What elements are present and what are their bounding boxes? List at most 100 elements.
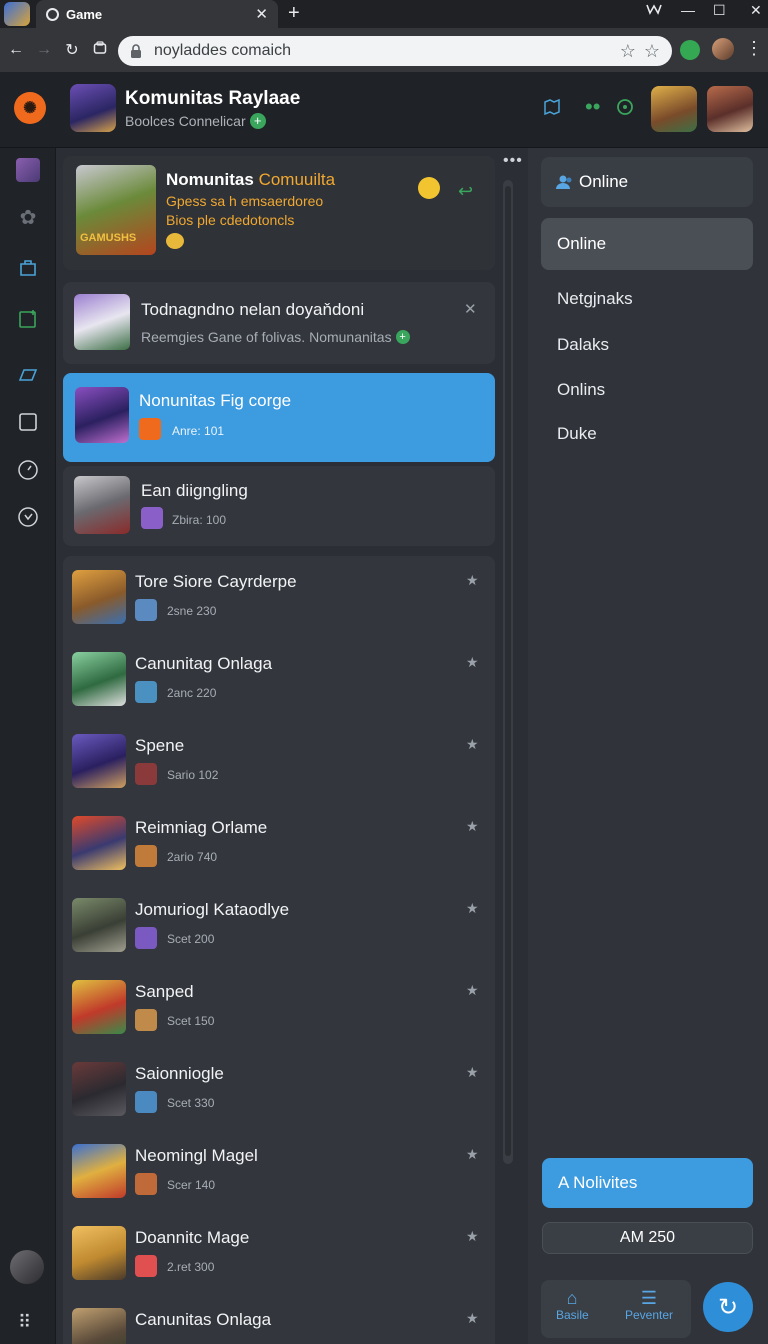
clock-icon[interactable]: [16, 459, 40, 483]
ticket-icon[interactable]: [16, 364, 40, 388]
right-item[interactable]: Dalaks: [557, 335, 609, 355]
list-item-sub: 2ario 740: [167, 850, 218, 864]
new-tab-button[interactable]: +: [288, 2, 300, 25]
notice-close-icon[interactable]: ✕: [464, 300, 477, 318]
close-window-button[interactable]: ✕: [750, 2, 762, 19]
selected-thumbnail: [75, 387, 129, 443]
emoji-icon: [166, 233, 184, 249]
favorite-star-icon[interactable]: ★: [466, 1228, 479, 1245]
list-item-sub: 2anc 220: [167, 686, 217, 700]
list-item-title: Saionniogle: [135, 1064, 224, 1083]
featured-desc-2: Bios ple cdedotoncls: [166, 212, 295, 228]
item-thumbnail: [74, 476, 130, 534]
list-item-sub: Scer 140: [167, 1178, 216, 1192]
item-thumbnail: [72, 570, 126, 624]
bookmark-star-icon[interactable]: ☆: [620, 41, 636, 62]
favorite-star-icon[interactable]: ★: [466, 572, 479, 589]
nav-home[interactable]: ⌂ Basile: [556, 1288, 589, 1322]
right-item[interactable]: Duke: [557, 424, 597, 444]
user-profile-avatar[interactable]: [712, 38, 734, 60]
add-icon[interactable]: +: [395, 330, 410, 344]
back-icon[interactable]: ←: [2, 41, 30, 59]
item-thumbnail: [72, 652, 126, 706]
square-icon[interactable]: [16, 412, 40, 436]
featured-title-white: Nomunitas: [166, 170, 254, 189]
server-avatar[interactable]: [70, 84, 116, 132]
map-icon[interactable]: [543, 98, 561, 121]
online-header-label: Online: [579, 172, 629, 191]
rail-game-thumbnail[interactable]: [16, 158, 40, 182]
favorite-star-icon[interactable]: ★: [466, 982, 479, 999]
settings-gear-icon[interactable]: ✿: [16, 206, 40, 230]
favorite-star-icon[interactable]: ★: [466, 1310, 479, 1327]
game-badge-icon: [135, 763, 157, 785]
smile-icon[interactable]: [418, 177, 440, 199]
right-item[interactable]: Netgjnaks: [557, 289, 633, 309]
server-title: Komunitas Raylaae: [125, 88, 301, 109]
online-status-icon: ••: [585, 94, 601, 119]
featured-desc-1: Gpess sa h emsaerdoreo: [166, 193, 324, 209]
selected-title: Nonunitas Fig corge: [139, 391, 292, 410]
favorite-star-icon[interactable]: ★: [466, 736, 479, 753]
apps-grid-icon[interactable]: ⠿: [18, 1312, 31, 1333]
item-thumbnail: [72, 1226, 126, 1280]
bag-icon[interactable]: [16, 256, 40, 280]
scrollbar-thumb[interactable]: [505, 186, 511, 1156]
app-logo-icon[interactable]: ✺: [14, 92, 46, 124]
list-item-title: Jomuriogl Kataodlye: [135, 900, 290, 919]
tab-close-icon[interactable]: ✕: [255, 5, 268, 23]
forward-icon[interactable]: →: [30, 41, 58, 59]
orange-badge-icon: [139, 418, 161, 440]
browser-profile-icon[interactable]: [4, 2, 30, 26]
reload-icon[interactable]: ↻: [58, 40, 86, 60]
list-item-title: Tore Siore Cayrderpe: [135, 572, 297, 591]
browser-tab[interactable]: Game ✕: [36, 0, 278, 28]
game-badge-icon: [135, 927, 157, 949]
address-bar[interactable]: noyladdes comaich ☆ ☆: [118, 36, 672, 66]
more-options-icon[interactable]: •••: [503, 152, 523, 170]
item-sub: Zbira: 100: [172, 513, 227, 527]
favorite-star-icon[interactable]: ★: [466, 1146, 479, 1163]
target-icon[interactable]: [616, 98, 634, 121]
online-filter-selected[interactable]: Online: [541, 218, 753, 270]
server-subtitle: Boolces Connelicar +: [125, 113, 266, 129]
bookmarks-icon[interactable]: ☆: [644, 41, 660, 62]
tab-search-icon[interactable]: [86, 40, 114, 60]
online-header[interactable]: Online: [541, 157, 753, 207]
invite-button[interactable]: A Nolivites: [542, 1158, 753, 1208]
favorite-star-icon[interactable]: ★: [466, 818, 479, 835]
item-title: Ean diigngling: [141, 481, 248, 500]
timer-icon[interactable]: [16, 506, 40, 530]
list-item-sub: Scet 150: [167, 1014, 215, 1028]
game-avatar-2[interactable]: [707, 86, 753, 132]
game-avatar-1[interactable]: [651, 86, 697, 132]
game-badge-icon: [135, 1173, 157, 1195]
lock-icon: [131, 44, 141, 58]
list-icon: ☰: [640, 1288, 658, 1308]
featured-title-orange: Comuuilta: [258, 170, 336, 189]
browser-menu-icon[interactable]: ⋮: [745, 38, 763, 59]
add-icon[interactable]: +: [249, 113, 266, 129]
add-square-icon[interactable]: [16, 308, 40, 332]
game-badge-icon: [135, 1091, 157, 1113]
nav-list[interactable]: ☰ Peventer: [622, 1288, 676, 1322]
favorite-star-icon[interactable]: ★: [466, 1064, 479, 1081]
favorite-star-icon[interactable]: ★: [466, 900, 479, 917]
reply-arrow-icon[interactable]: ↩: [458, 181, 473, 202]
minimize-button[interactable]: —: [681, 2, 695, 18]
maximize-button[interactable]: ☐: [713, 2, 726, 19]
list-item-sub: 2.ret 300: [167, 1260, 215, 1274]
extension-icon[interactable]: [680, 40, 700, 60]
tab-favicon-icon: [46, 7, 59, 21]
favorite-star-icon[interactable]: ★: [466, 654, 479, 671]
featured-title: Nomunitas Comuuilta: [166, 170, 335, 190]
right-item[interactable]: Onlins: [557, 380, 605, 400]
user-avatar[interactable]: [10, 1250, 44, 1284]
am-value-field[interactable]: AM 250: [542, 1222, 753, 1254]
window-search-icon[interactable]: [646, 2, 662, 19]
server-subtitle-text: Boolces Connelicar: [125, 113, 246, 129]
featured-badge-text: GAMUSHS: [80, 232, 137, 244]
refresh-fab-button[interactable]: ↻: [703, 1282, 753, 1332]
list-item-sub: Scet 200: [167, 932, 215, 946]
game-badge-icon: [135, 1009, 157, 1031]
